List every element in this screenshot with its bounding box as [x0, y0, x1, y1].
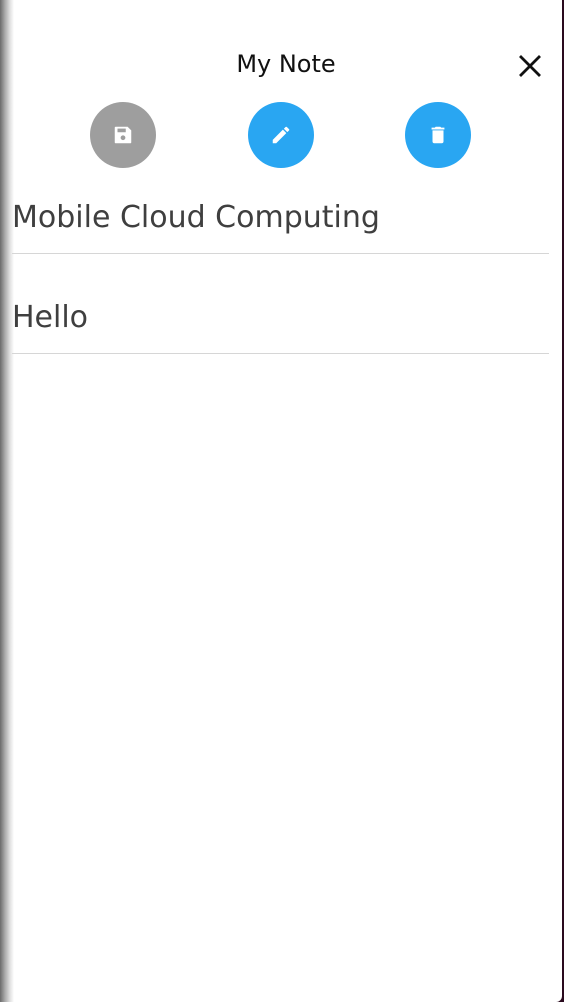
save-icon [114, 126, 132, 144]
panel-edge-shadow [0, 0, 14, 1002]
edit-button[interactable] [248, 102, 314, 168]
note-title-field[interactable]: Mobile Cloud Computing [12, 198, 549, 254]
pencil-icon [272, 126, 290, 144]
trash-icon [431, 126, 445, 144]
save-button[interactable] [90, 102, 156, 168]
note-body-field[interactable]: Hello [12, 298, 549, 354]
close-icon [519, 55, 541, 77]
note-panel: My Note Mobile Cloud Computing Hello [0, 0, 562, 1002]
close-button[interactable] [512, 48, 548, 84]
page-title: My Note [236, 50, 336, 78]
delete-button[interactable] [405, 102, 471, 168]
